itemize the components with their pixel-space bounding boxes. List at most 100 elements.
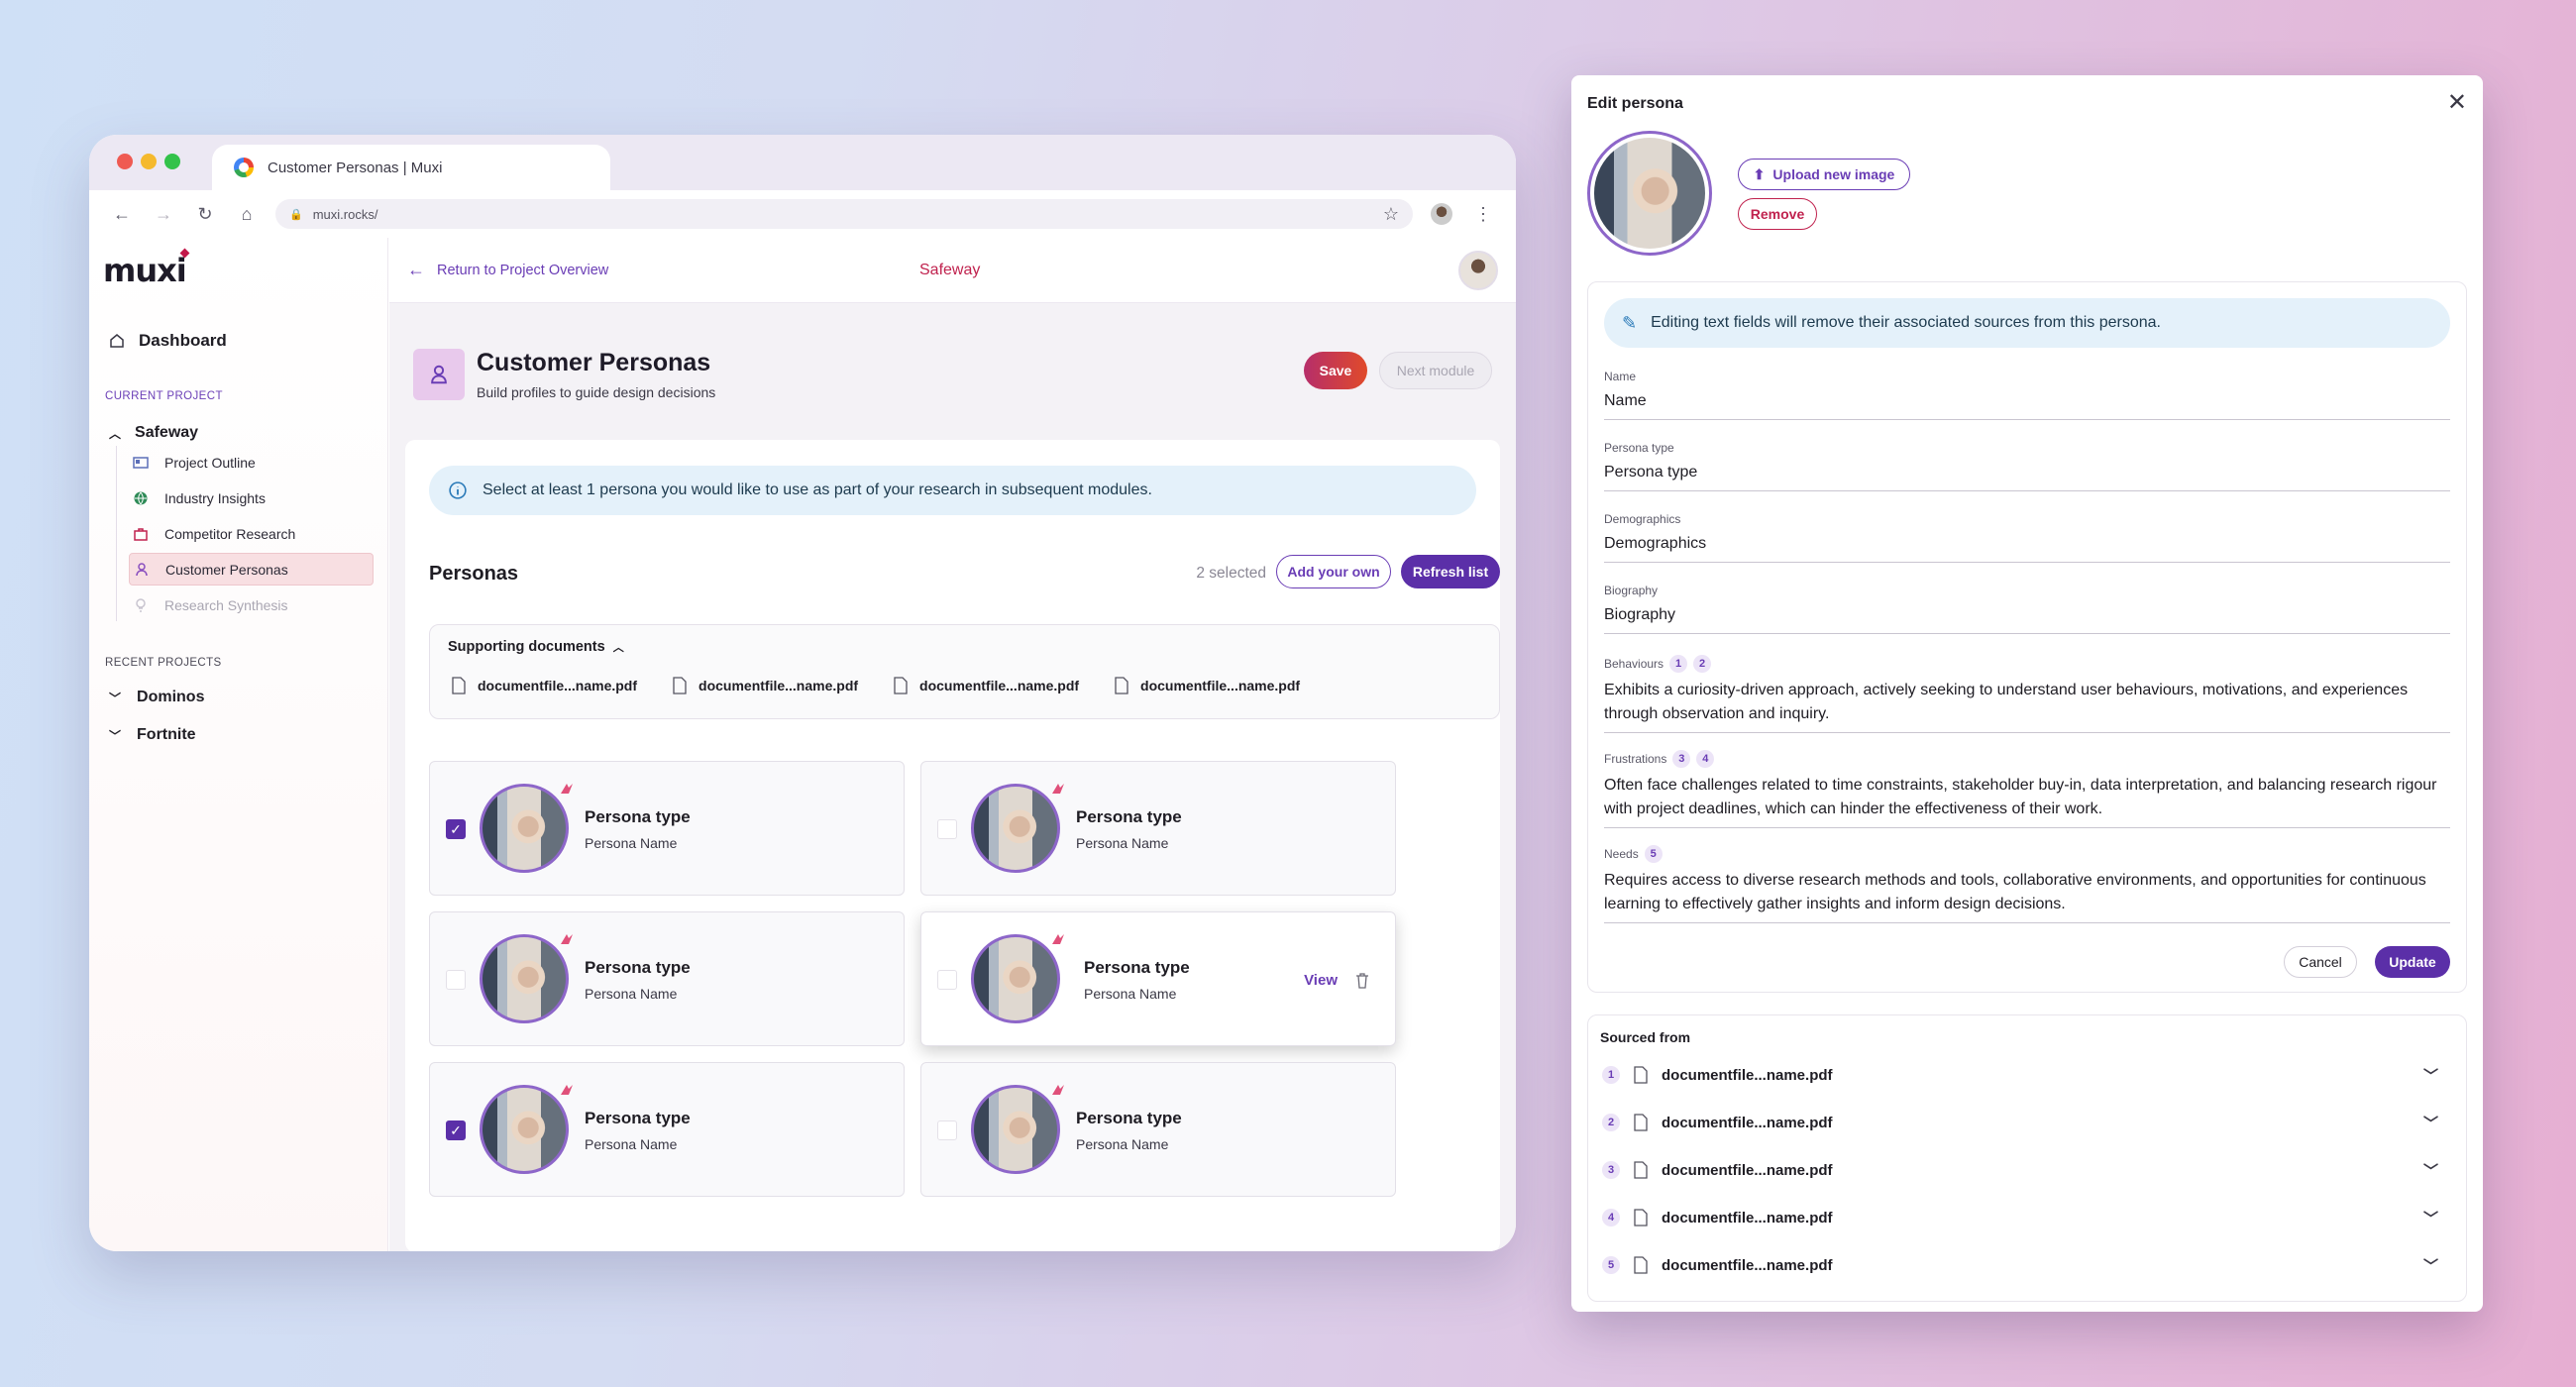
file-icon	[1634, 1161, 1648, 1179]
recent-project-fortnite[interactable]: ﹀ Fortnite	[109, 726, 374, 744]
document-item[interactable]: documentfile...name.pdf	[452, 677, 637, 694]
persona-name: Persona Name	[1084, 986, 1177, 1002]
recent-project-dominos[interactable]: ﹀ Dominos	[109, 689, 374, 706]
edit-persona-modal: Edit persona ✕ ⬆ Upload new image Remove…	[1571, 75, 2483, 1312]
main-content: ← Return to Project Overview Safeway Cus…	[389, 238, 1516, 1251]
source-row[interactable]: 2 documentfile...name.pdf ﹀	[1602, 1103, 2452, 1142]
file-icon	[894, 677, 908, 694]
chevron-down-icon[interactable]: ﹀	[2423, 1065, 2438, 1086]
source-ref-badge[interactable]: 2	[1693, 655, 1712, 673]
reload-icon[interactable]: ↻	[192, 201, 218, 227]
source-row[interactable]: 1 documentfile...name.pdf ﹀	[1602, 1055, 2452, 1095]
person-icon	[413, 349, 465, 400]
ai-sparkle-icon	[561, 1085, 573, 1095]
forward-arrow-icon[interactable]: →	[151, 201, 176, 227]
behaviours-field[interactable]: Behaviours 1 2 Exhibits a curiosity-driv…	[1604, 655, 2450, 733]
edit-warning-banner: ✎ Editing text fields will remove their …	[1604, 298, 2450, 348]
persona-type-field[interactable]: Persona type Persona type	[1604, 441, 2450, 491]
profile-avatar-icon[interactable]	[1429, 201, 1454, 227]
refresh-list-button[interactable]: Refresh list	[1401, 555, 1500, 588]
ai-sparkle-icon	[1052, 934, 1064, 944]
menu-dots-icon[interactable]: ⋮	[1470, 201, 1496, 227]
update-button[interactable]: Update	[2375, 946, 2450, 978]
close-window-dot[interactable]	[117, 154, 133, 169]
persona-checkbox[interactable]: ✓	[446, 819, 466, 839]
add-your-own-button[interactable]: Add your own	[1276, 555, 1391, 588]
source-ref-badge[interactable]: 1	[1669, 655, 1688, 673]
source-row[interactable]: 4 documentfile...name.pdf ﹀	[1602, 1198, 2452, 1237]
upload-image-button[interactable]: ⬆ Upload new image	[1738, 159, 1910, 190]
chevron-down-icon[interactable]: ﹀	[2423, 1255, 2438, 1276]
page-header: Customer Personas Build profiles to guid…	[413, 349, 1492, 408]
persona-card[interactable]: ✓ Persona type Persona Name	[429, 761, 905, 896]
persona-card[interactable]: ✓ Persona type Persona Name	[429, 1062, 905, 1197]
persona-checkbox[interactable]	[937, 1120, 957, 1140]
muxi-logo[interactable]: muxi	[103, 248, 190, 289]
browser-tab[interactable]: Customer Personas | Muxi	[212, 145, 610, 190]
cancel-button[interactable]: Cancel	[2284, 946, 2357, 978]
persona-checkbox[interactable]	[446, 970, 466, 990]
sidebar-item-industry-insights[interactable]: Industry Insights	[129, 481, 374, 514]
minimize-window-dot[interactable]	[141, 154, 157, 169]
chevron-down-icon[interactable]: ﹀	[2423, 1160, 2438, 1181]
biography-field[interactable]: Biography Biography	[1604, 584, 2450, 634]
persona-type: Persona type	[585, 1109, 691, 1127]
source-ref-badge[interactable]: 4	[1696, 750, 1715, 768]
supporting-documents: Supporting documents ︿ documentfile...na…	[429, 624, 1500, 719]
sidebar-item-customer-personas[interactable]: Customer Personas	[129, 553, 374, 586]
next-module-button[interactable]: Next module	[1379, 352, 1492, 389]
trash-icon[interactable]	[1355, 972, 1369, 990]
star-icon[interactable]: ☆	[1383, 204, 1399, 225]
document-item[interactable]: documentfile...name.pdf	[673, 677, 858, 694]
file-icon	[1634, 1066, 1648, 1084]
needs-field[interactable]: Needs 5 Requires access to diverse resea…	[1604, 845, 2450, 923]
name-field[interactable]: Name Name	[1604, 370, 2450, 420]
supporting-documents-toggle[interactable]: Supporting documents ︿	[448, 639, 624, 655]
sidebar-item-project-outline[interactable]: Project Outline	[129, 446, 374, 479]
persona-card[interactable]: Persona type Persona Name	[920, 1062, 1396, 1197]
persona-type: Persona type	[585, 958, 691, 977]
persona-checkbox[interactable]	[937, 970, 957, 990]
sidebar-item-research-synthesis[interactable]: Research Synthesis	[129, 588, 374, 621]
sidebar-item-dashboard[interactable]: Dashboard	[109, 331, 374, 351]
persona-checkbox[interactable]: ✓	[446, 1120, 466, 1140]
demographics-field[interactable]: Demographics Demographics	[1604, 512, 2450, 563]
frustrations-field[interactable]: Frustrations 3 4 Often face challenges r…	[1604, 750, 2450, 828]
persona-card[interactable]: Persona type Persona Name View	[920, 911, 1396, 1046]
upload-icon: ⬆	[1753, 165, 1766, 182]
return-to-overview-link[interactable]: ← Return to Project Overview	[407, 260, 608, 280]
file-icon	[1634, 1256, 1648, 1274]
source-row[interactable]: 5 documentfile...name.pdf ﹀	[1602, 1245, 2452, 1285]
persona-card[interactable]: Persona type Persona Name	[920, 761, 1396, 896]
document-item[interactable]: documentfile...name.pdf	[1115, 677, 1300, 694]
remove-image-button[interactable]: Remove	[1738, 198, 1817, 230]
info-banner: Select at least 1 persona you would like…	[429, 466, 1476, 515]
chevron-down-icon: ﹀	[109, 691, 122, 705]
address-bar[interactable]: 🔒 muxi.rocks/ ☆	[275, 199, 1413, 229]
home-icon[interactable]: ⌂	[234, 201, 260, 227]
chevron-down-icon[interactable]: ﹀	[2423, 1113, 2438, 1133]
save-button[interactable]: Save	[1304, 352, 1367, 389]
personas-heading: Personas	[429, 563, 519, 585]
personas-card: Select at least 1 persona you would like…	[405, 440, 1500, 1251]
sidebar-item-competitor-research[interactable]: Competitor Research	[129, 517, 374, 550]
source-ref-badge[interactable]: 5	[1644, 845, 1663, 863]
project-name: Safeway	[919, 261, 981, 278]
persona-name: Persona Name	[585, 835, 678, 851]
persona-card[interactable]: Persona type Persona Name	[429, 911, 905, 1046]
lightbulb-icon	[136, 597, 146, 612]
chevron-down-icon[interactable]: ﹀	[2423, 1208, 2438, 1228]
file-icon	[452, 677, 466, 694]
user-avatar[interactable]	[1458, 251, 1498, 290]
persona-type: Persona type	[1076, 807, 1182, 826]
maximize-window-dot[interactable]	[164, 154, 180, 169]
page-title: Customer Personas	[477, 349, 711, 376]
source-ref-badge[interactable]: 3	[1672, 750, 1691, 768]
document-item[interactable]: documentfile...name.pdf	[894, 677, 1079, 694]
close-icon[interactable]: ✕	[2447, 91, 2467, 115]
persona-checkbox[interactable]	[937, 819, 957, 839]
sidebar-project-safeway[interactable]: ︿ Safeway	[109, 424, 374, 442]
source-row[interactable]: 3 documentfile...name.pdf ﹀	[1602, 1150, 2452, 1190]
view-persona-link[interactable]: View	[1304, 972, 1338, 989]
back-arrow-icon[interactable]: ←	[109, 201, 135, 227]
